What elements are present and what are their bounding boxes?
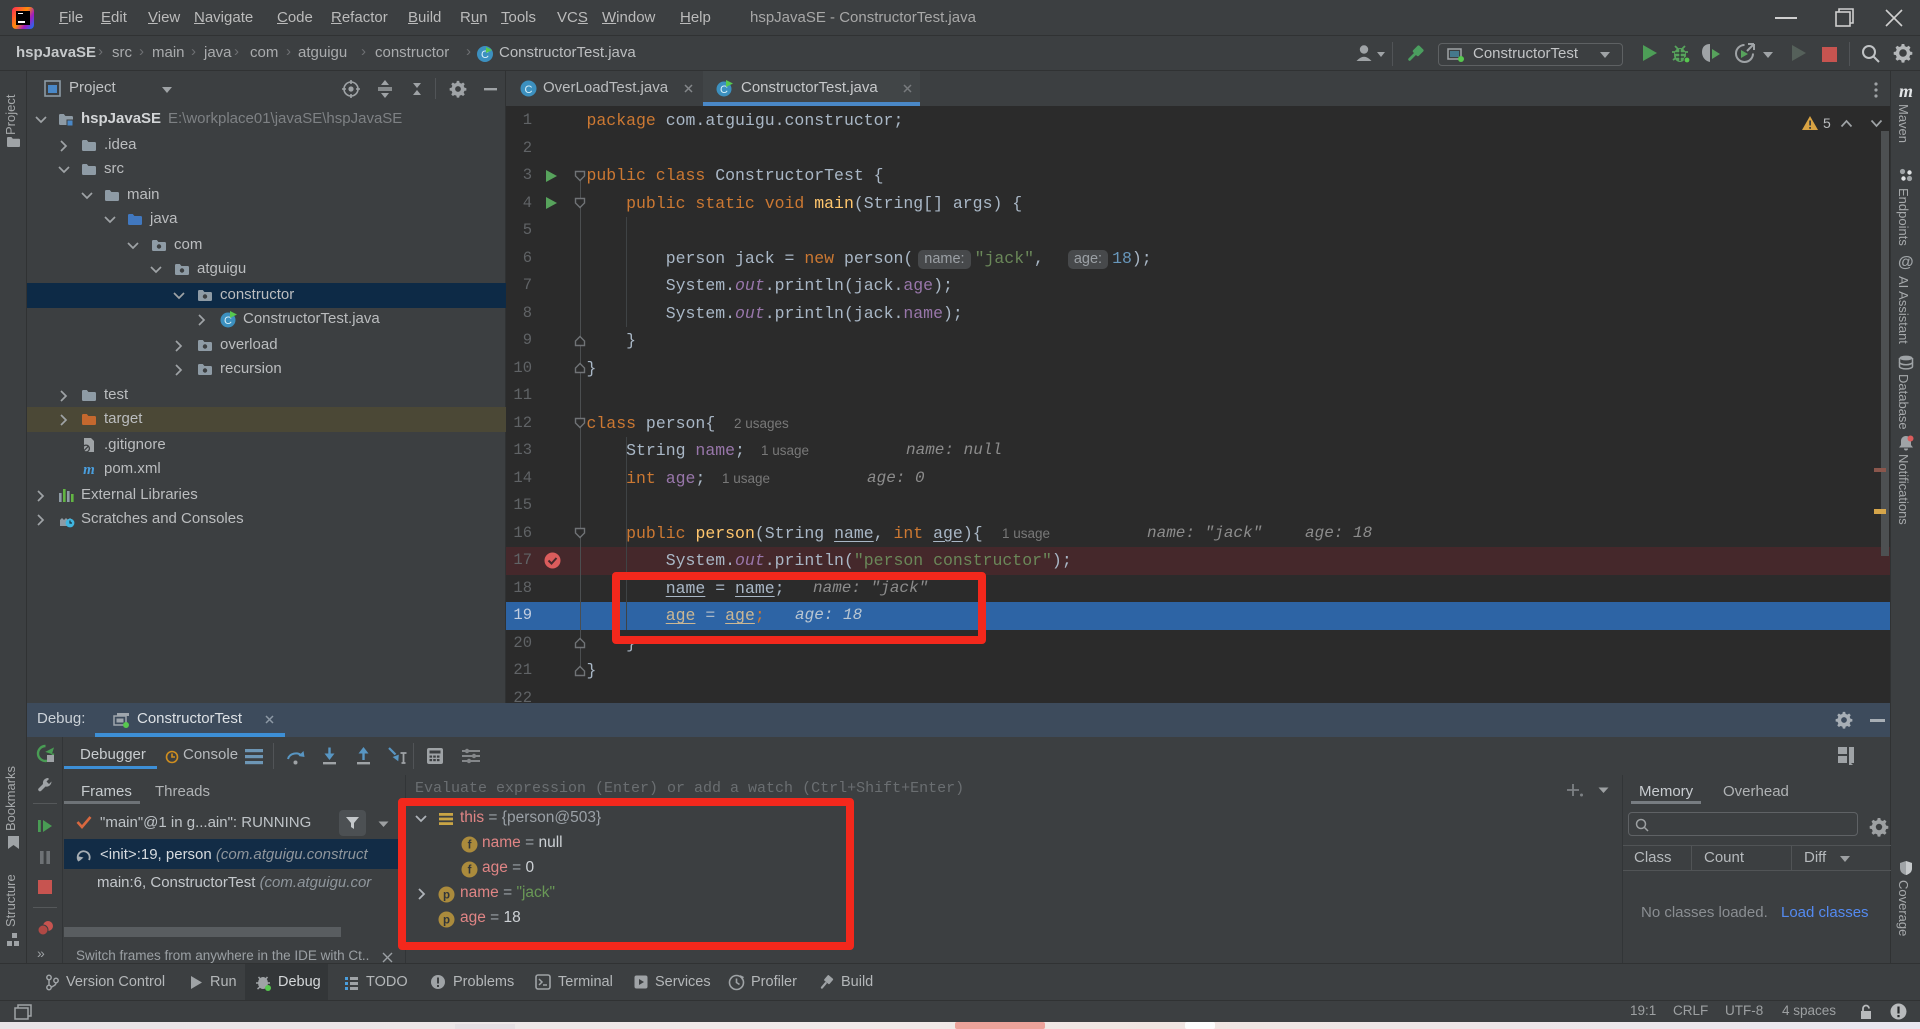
svg-text:m: m bbox=[83, 462, 95, 477]
svg-text:C: C bbox=[525, 84, 533, 96]
